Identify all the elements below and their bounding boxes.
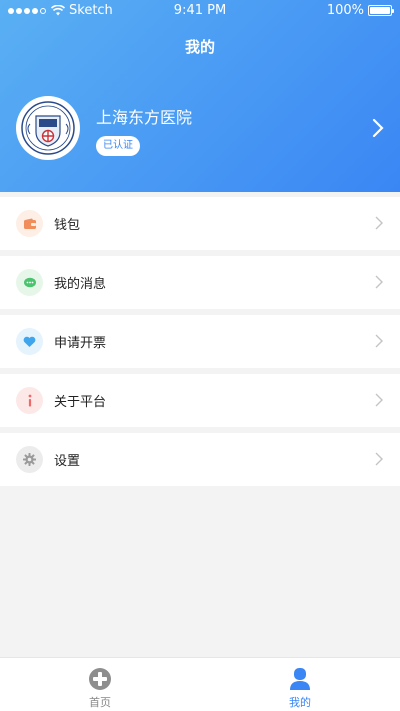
- battery-percent: 100%: [326, 3, 364, 18]
- profile-header: Sketch 9:41 PM 100% 我的 上海东方医院 已认证: [0, 0, 400, 192]
- battery-icon: [368, 5, 394, 16]
- info-icon: [16, 387, 43, 414]
- menu-label: 我的消息: [54, 277, 107, 292]
- menu-item-settings[interactable]: 设置: [0, 433, 400, 486]
- heart-icon: [16, 328, 43, 355]
- menu-label: 关于平台: [54, 395, 107, 410]
- menu-item-wallet[interactable]: 钱包: [0, 197, 400, 250]
- home-plus-icon: [89, 668, 111, 690]
- menu-item-messages[interactable]: 我的消息: [0, 256, 400, 309]
- user-icon: [290, 668, 310, 690]
- status-right: 100%: [326, 3, 394, 18]
- menu-label: 申请开票: [54, 336, 107, 351]
- tab-home-label: 首页: [89, 696, 111, 709]
- chevron-right-icon: [375, 275, 383, 289]
- chevron-right-icon: [372, 118, 384, 138]
- verified-badge: 已认证: [96, 136, 140, 156]
- tab-bar: 首页 我的: [0, 657, 400, 711]
- tab-mine-label: 我的: [289, 696, 311, 709]
- menu-label: 设置: [54, 454, 81, 469]
- gear-icon: [16, 446, 43, 473]
- tab-home[interactable]: 首页: [0, 658, 200, 711]
- menu-list: 钱包 我的消息 申请开票 关于平台 设置: [0, 197, 400, 492]
- chevron-right-icon: [375, 216, 383, 230]
- tab-mine[interactable]: 我的: [200, 658, 400, 711]
- org-name: 上海东方医院: [96, 108, 193, 127]
- menu-item-about[interactable]: 关于平台: [0, 374, 400, 427]
- page-title: 我的: [184, 38, 215, 56]
- profile-card[interactable]: 上海东方医院 已认证: [16, 96, 386, 160]
- avatar: [16, 96, 80, 160]
- menu-item-invoice[interactable]: 申请开票: [0, 315, 400, 368]
- message-icon: [16, 269, 43, 296]
- chevron-right-icon: [375, 452, 383, 466]
- wallet-icon: [16, 210, 43, 237]
- chevron-right-icon: [375, 334, 383, 348]
- chevron-right-icon: [375, 393, 383, 407]
- status-bar: Sketch 9:41 PM 100%: [0, 0, 400, 22]
- hospital-logo-icon: [21, 101, 75, 155]
- menu-label: 钱包: [54, 218, 81, 233]
